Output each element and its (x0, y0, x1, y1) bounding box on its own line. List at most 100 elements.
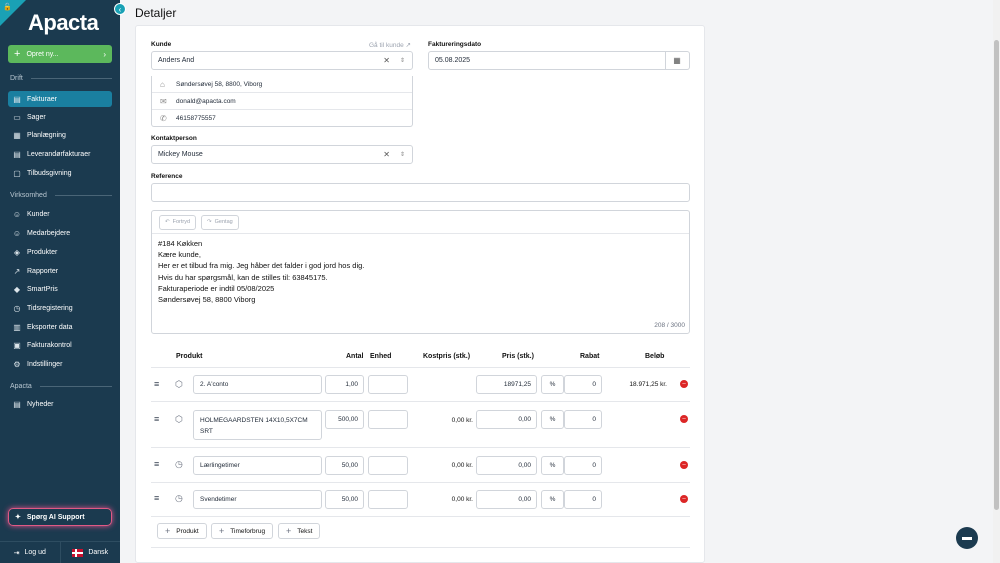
add-text-button[interactable]: + Tekst (278, 523, 321, 539)
unit-input[interactable] (368, 490, 408, 509)
create-new-button[interactable]: + Opret ny... › (8, 45, 112, 63)
sidebar-item-fakturaer[interactable]: ▤ Fakturaer (8, 91, 112, 107)
go-to-customer-label: Gå til kunde (369, 42, 404, 49)
delete-row-button[interactable]: – (680, 495, 688, 503)
clear-icon[interactable]: ✕ (383, 56, 390, 65)
contact-person-value: Mickey Mouse (158, 151, 203, 158)
quantity-input[interactable]: 1,00 (325, 375, 364, 394)
discount-input[interactable]: 0 (564, 456, 602, 475)
collapse-sidebar-button[interactable]: ‹ (114, 3, 126, 15)
header-kostpris: Kostpris (stk.) (423, 353, 471, 360)
price-input[interactable]: 0,00 (476, 490, 537, 509)
unit-input[interactable] (368, 410, 408, 429)
go-to-customer-link[interactable]: Gå til kunde ↗ (369, 41, 411, 49)
plus-icon: + (286, 526, 292, 536)
quantity-input[interactable]: 50,00 (325, 456, 364, 475)
text-editor[interactable]: ↶ Fortryd ↷ Gentag #184 Køkken Kære kunde,… (151, 210, 690, 334)
language-selector[interactable]: Dansk (61, 542, 121, 563)
price-input[interactable]: 18971,25 (476, 375, 537, 394)
price-input[interactable]: 0,00 (476, 410, 537, 429)
create-new-label: Opret ny... (26, 50, 59, 58)
drag-handle-icon[interactable]: ≡ (154, 414, 159, 424)
kunde-label: Kunde (151, 41, 172, 48)
product-name-input[interactable]: HOLMEGAARDSTEN 14X10,5X7CM SRT (193, 410, 322, 440)
faktureringsdato-label: Faktureringsdato (428, 41, 482, 48)
delete-row-button[interactable]: – (680, 461, 688, 469)
quantity-input[interactable]: 500,00 (325, 410, 364, 429)
delete-row-button[interactable]: – (680, 380, 688, 388)
invoice-date-field[interactable]: 05.08.2025 (428, 51, 666, 70)
drag-handle-icon[interactable]: ≡ (154, 493, 159, 503)
quantity-input[interactable]: 50,00 (325, 490, 364, 509)
lock-icon[interactable]: 🔓 (3, 3, 12, 11)
customer-select[interactable]: Anders And ✕ ⇕ (151, 51, 413, 70)
sidebar-item-tidsregistering[interactable]: ◷ Tidsregistering (8, 300, 112, 316)
product-name-input[interactable]: 2. A'conto (193, 375, 322, 394)
discount-input[interactable]: 0 (564, 410, 602, 429)
discount-type-select[interactable]: % (541, 410, 564, 429)
clear-icon[interactable]: ✕ (383, 150, 390, 159)
sidebar-item-label: Planlægning (27, 131, 66, 139)
header-enhed: Enhed (370, 353, 392, 360)
add-time-button[interactable]: + Timeforbrug (211, 523, 274, 539)
contact-person-select[interactable]: Mickey Mouse ✕ ⇕ (151, 145, 413, 164)
discount-type-select[interactable]: % (541, 490, 564, 509)
delete-row-button[interactable]: – (680, 415, 688, 423)
sidebar-item-smartpris[interactable]: ◆ SmartPris (8, 281, 112, 297)
sidebar-item-eksporter-data[interactable]: ▥ Eksporter data (8, 319, 112, 335)
editor-content[interactable]: #184 Køkken Kære kunde, Her er et tilbud… (152, 234, 689, 309)
row-divider (151, 482, 690, 483)
chat-button[interactable]: ▬ (956, 527, 978, 549)
logout-icon: ⇥ (13, 549, 20, 557)
discount-input[interactable]: 0 (564, 490, 602, 509)
employees-icon: ☺ (12, 228, 22, 238)
sidebar-item-leverandoerfakturaer[interactable]: ▤ Leverandørfakturaer (8, 146, 112, 162)
redo-button[interactable]: ↷ Gentag (201, 214, 239, 230)
sidebar-item-produkter[interactable]: ◈ Produkter (8, 244, 112, 260)
scrollbar-thumb[interactable] (994, 40, 999, 510)
discount-value: 0 (592, 496, 596, 503)
unit-input[interactable] (368, 456, 408, 475)
discount-value: 0 (592, 462, 596, 469)
calendar-button[interactable]: ▦ (665, 51, 690, 70)
header-rabat: Rabat (580, 353, 600, 360)
price-input[interactable]: 0,00 (476, 456, 537, 475)
header-produkt: Produkt (176, 353, 203, 360)
sidebar-item-kunder[interactable]: ☺ Kunder (8, 206, 112, 222)
apacta-logo[interactable]: Apacta (28, 10, 99, 36)
tag-icon: ◆ (13, 284, 21, 294)
sidebar-item-tilbudsgivning[interactable]: ▢ Tilbudsgivning (8, 165, 112, 181)
sidebar-item-medarbejdere[interactable]: ☺ Medarbejdere (8, 225, 112, 241)
discount-type-select[interactable]: % (541, 456, 564, 475)
customer-info: ⌂ Søndersøvej 58, 8800, Viborg ✉ donald@ap… (151, 76, 413, 127)
sidebar-item-label: Medarbejdere (27, 229, 71, 237)
sidebar-item-nyheder[interactable]: ▤ Nyheder (8, 396, 112, 412)
logout-button[interactable]: ⇥ Log ud (0, 542, 61, 563)
sidebar-item-label: Tidsregistering (27, 304, 73, 312)
scrollbar[interactable] (993, 0, 1000, 563)
product-name: HOLMEGAARDSTEN 14X10,5X7CM SRT (200, 417, 308, 435)
discount-input[interactable]: 0 (564, 375, 602, 394)
product-name-input[interactable]: Lærlingetimer (193, 456, 322, 475)
drag-handle-icon[interactable]: ≡ (154, 379, 159, 389)
clock-icon: ◷ (175, 459, 183, 469)
sidebar-item-sager[interactable]: ▭ Sager (8, 109, 112, 125)
redo-label: Gentag (214, 219, 233, 225)
discount-type-select[interactable]: % (541, 375, 564, 394)
unit-input[interactable] (368, 375, 408, 394)
add-product-button[interactable]: + Produkt (157, 523, 207, 539)
quantity-value: 500,00 (338, 416, 358, 423)
sidebar-item-indstillinger[interactable]: ⚙ Indstillinger (8, 356, 112, 372)
reference-input[interactable] (151, 183, 690, 202)
product-name: Svendetimer (200, 496, 237, 503)
quantity-value: 1,00 (345, 381, 358, 388)
sidebar-item-planlaegning[interactable]: ▦ Planlægning (8, 127, 112, 143)
sidebar-item-fakturakontrol[interactable]: ▣ Fakturakontrol (8, 337, 112, 353)
product-name-input[interactable]: Svendetimer (193, 490, 322, 509)
drag-handle-icon[interactable]: ≡ (154, 459, 159, 469)
sidebar-item-rapporter[interactable]: ↗ Rapporter (8, 263, 112, 279)
undo-button[interactable]: ↶ Fortryd (159, 214, 197, 230)
ai-support-button[interactable]: ✦ Spørg AI Support (8, 508, 112, 526)
sidebar: 🔓 Apacta + Opret ny... › Drift ▤ Fakturaer … (0, 0, 120, 563)
details-card: Kunde Gå til kunde ↗ Anders And ✕ ⇕ ⌂ Sønde… (135, 25, 705, 563)
